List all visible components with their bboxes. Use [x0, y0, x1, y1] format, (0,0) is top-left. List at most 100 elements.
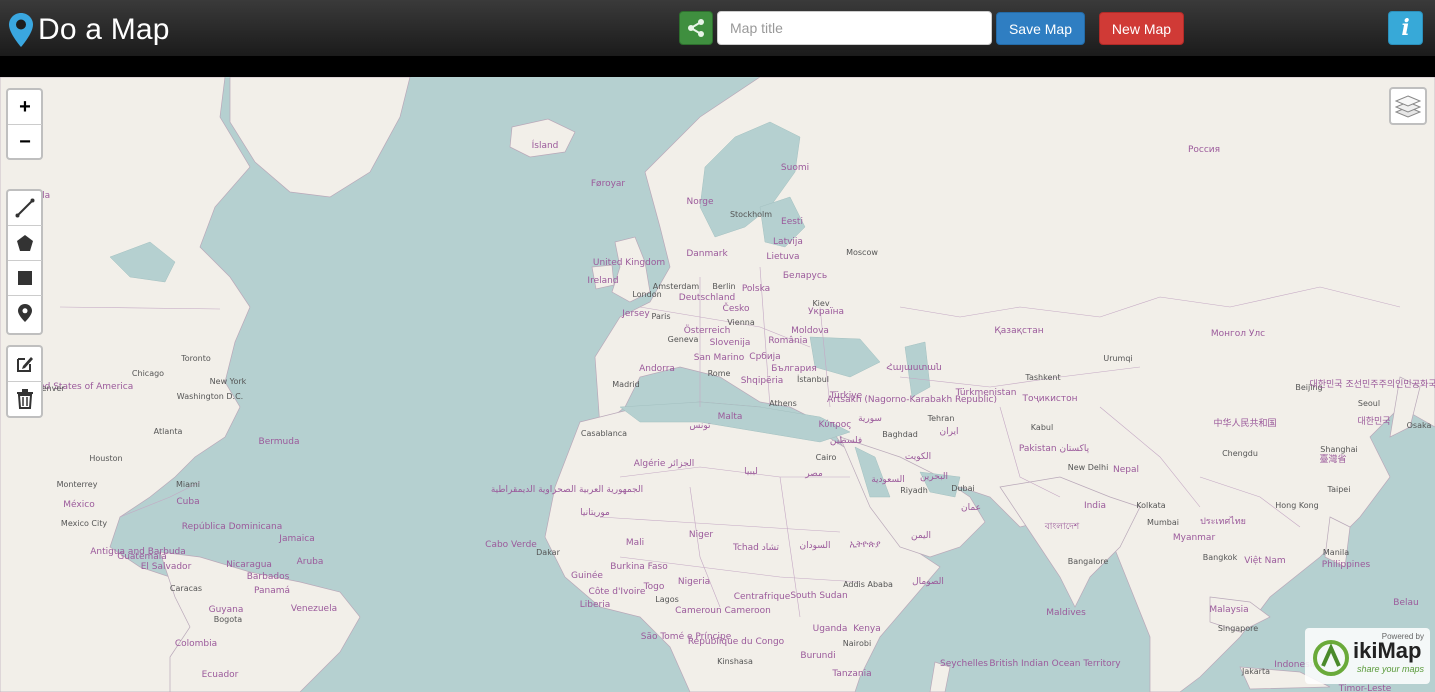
city-label: İstanbul	[796, 375, 830, 384]
city-label: Vienna	[727, 318, 755, 327]
country-label: România	[768, 336, 808, 346]
country-label: Kenya	[853, 624, 881, 634]
draw-marker-button[interactable]	[8, 296, 42, 330]
country-label: Тоҷикистон	[1022, 394, 1078, 404]
country-label: Togo	[643, 582, 665, 592]
country-label: الصومال	[912, 577, 944, 587]
draw-polygon-button[interactable]	[8, 226, 42, 261]
country-label: Shqipëria	[740, 376, 784, 386]
city-label: Washington D.C.	[176, 392, 244, 401]
draw-rectangle-button[interactable]	[8, 261, 42, 296]
zoom-out-button[interactable]: −	[8, 125, 42, 159]
country-label: ليبيا	[744, 467, 758, 477]
country-label: Panamá	[253, 586, 291, 596]
city-label: Mexico City	[60, 519, 108, 528]
city-label: Kabul	[1030, 423, 1054, 432]
country-label: 臺灣省	[1319, 455, 1347, 465]
marker-icon	[18, 304, 32, 322]
city-label: London	[632, 290, 662, 299]
country-label: ประเทศไทย	[1200, 517, 1246, 527]
map-canvas[interactable]: ÍslandFøroyarNorgeSuomiРоссияCanadaStock…	[0, 77, 1435, 692]
country-label: Burundi	[800, 651, 836, 661]
country-label: Guinée	[571, 571, 603, 581]
country-label: Aruba	[296, 557, 324, 567]
city-label: Monterrey	[56, 480, 98, 489]
save-map-button[interactable]: Save Map	[996, 12, 1085, 45]
country-label: Timor-Leste	[1338, 684, 1392, 692]
zoom-in-button[interactable]: +	[8, 90, 42, 125]
city-label: Hong Kong	[1275, 501, 1319, 510]
country-label: Հայաստան	[886, 363, 942, 373]
share-button[interactable]	[679, 11, 713, 45]
country-label: مصر	[805, 469, 823, 479]
country-label: Slovenija	[709, 338, 751, 348]
trash-icon	[17, 389, 33, 409]
country-label: San Marino	[693, 353, 745, 363]
ikimap-logo-icon	[1313, 640, 1349, 676]
country-label: Россия	[1187, 145, 1221, 155]
country-label: Andorra	[639, 364, 675, 374]
city-label: Kolkata	[1136, 501, 1166, 510]
country-label: Malaysia	[1209, 605, 1249, 615]
country-label: India	[1083, 501, 1107, 511]
top-navbar: Do a Map Save Map New Map i	[0, 0, 1435, 57]
city-label: Moscow	[846, 248, 878, 257]
country-label: Jamaica	[279, 534, 315, 544]
city-label: Bogota	[213, 615, 243, 624]
city-label: Berlin	[712, 282, 736, 291]
country-label: عمان	[961, 503, 981, 513]
country-label: Danmark	[686, 249, 728, 259]
country-label: السودان	[799, 541, 831, 551]
country-label: Bermuda	[258, 437, 300, 447]
country-label: Nepal	[1113, 465, 1139, 475]
country-label: Pakistan پاکستان	[1018, 444, 1090, 454]
country-label: Ireland	[587, 276, 619, 286]
country-label: Κύπρος	[818, 420, 852, 430]
country-label: United Kingdom	[592, 258, 666, 268]
layers-control[interactable]	[1389, 87, 1427, 125]
city-label: Madrid	[612, 380, 640, 389]
country-label: Україна	[807, 307, 845, 317]
country-label: Centrafrique	[733, 592, 791, 602]
city-label: Miami	[175, 480, 201, 489]
country-label: موريتانيا	[580, 508, 610, 518]
delete-layers-button[interactable]	[8, 382, 42, 416]
country-label: Ísland	[531, 141, 559, 151]
map-title-input[interactable]	[717, 11, 992, 45]
country-label: Myanmar	[1172, 533, 1216, 543]
country-label: Deutschland	[678, 293, 736, 303]
city-label: Manila	[1322, 548, 1350, 557]
edit-layers-button[interactable]	[8, 347, 42, 382]
city-label: Urumqi	[1103, 354, 1133, 363]
country-label: ایران	[939, 427, 959, 437]
country-label: Latvija	[773, 237, 803, 247]
city-label: Baghdad	[882, 430, 918, 439]
city-label: Bangkok	[1202, 553, 1238, 562]
country-label: Cuba	[176, 497, 200, 507]
new-map-button[interactable]: New Map	[1099, 12, 1184, 45]
city-label: Dakar	[536, 548, 560, 557]
ikimap-tagline: share your maps	[1357, 664, 1425, 674]
ikimap-logo[interactable]: Powered by ikiMap share your maps	[1305, 628, 1430, 684]
city-label: Rome	[707, 369, 731, 378]
city-label: Kinshasa	[717, 657, 753, 666]
city-label: Athens	[769, 399, 797, 408]
info-button[interactable]: i	[1388, 11, 1423, 45]
city-label: Paris	[651, 312, 671, 321]
country-label: République du Congo	[687, 637, 785, 647]
country-label: Colombia	[174, 639, 218, 649]
city-label: Toronto	[181, 354, 211, 363]
country-label: Malta	[717, 412, 743, 422]
city-label: Mumbai	[1147, 518, 1179, 527]
country-label: Eesti	[781, 217, 803, 227]
city-label: New Delhi	[1067, 463, 1109, 472]
city-label: Jakarta	[1242, 667, 1270, 676]
country-label: Ecuador	[201, 670, 239, 680]
draw-line-button[interactable]	[8, 191, 42, 226]
country-label: Uganda	[812, 624, 848, 634]
country-label: Cameroun Cameroon	[675, 606, 771, 616]
brand[interactable]: Do a Map	[8, 10, 170, 50]
country-label: Barbados	[246, 572, 290, 582]
country-label: República Dominicana	[181, 522, 283, 532]
country-label: Česko	[722, 304, 750, 314]
